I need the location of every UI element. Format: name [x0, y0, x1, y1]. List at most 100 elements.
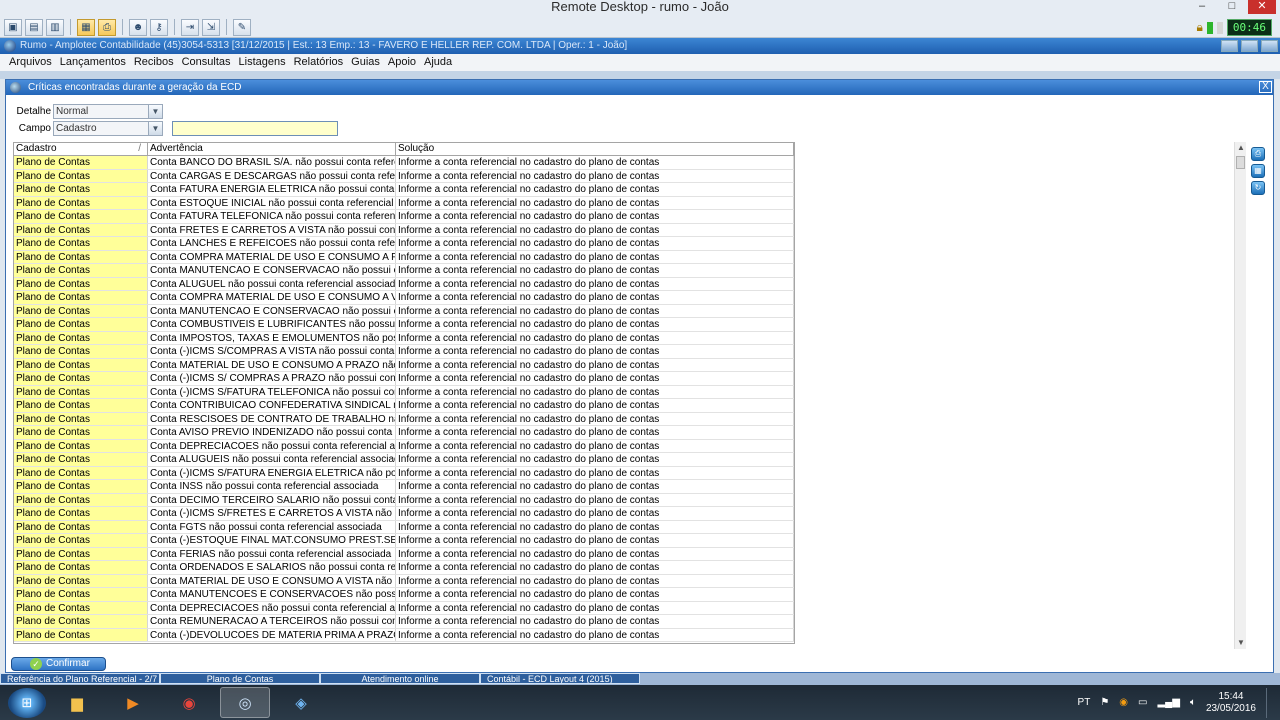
- cadastro-cell[interactable]: Plano de Contas: [14, 439, 148, 452]
- advertencia-cell[interactable]: Conta DECIMO TERCEIRO SALARIO não possui…: [148, 493, 396, 506]
- rumo-app-icon[interactable]: ◎: [220, 687, 270, 718]
- table-row[interactable]: Plano de Contas Conta RESCISOES DE CONTRA…: [14, 412, 794, 426]
- table-row[interactable]: Plano de Contas Conta ALUGUEL não possui …: [14, 277, 794, 291]
- close-icon[interactable]: X: [1259, 81, 1272, 93]
- solucao-cell[interactable]: Informe a conta referencial no cadastro …: [396, 277, 794, 290]
- display-icon[interactable]: ▭: [1138, 697, 1147, 708]
- chrome-icon[interactable]: ◉: [164, 687, 214, 718]
- menu-consultas[interactable]: Consultas: [178, 54, 235, 71]
- cadastro-cell[interactable]: Plano de Contas: [14, 358, 148, 371]
- table-row[interactable]: Plano de Contas Conta LANCHES E REFEICOES…: [14, 237, 794, 251]
- advertencia-cell[interactable]: Conta (-)ICMS S/ COMPRAS A PRAZO não pos…: [148, 372, 396, 385]
- advertencia-cell[interactable]: Conta (-)ICMS S/COMPRAS A VISTA não poss…: [148, 345, 396, 358]
- solucao-cell[interactable]: Informe a conta referencial no cadastro …: [396, 601, 794, 614]
- cadastro-cell[interactable]: Plano de Contas: [14, 466, 148, 479]
- table-row[interactable]: Plano de Contas Conta (-)DEVOLUCOES DE MA…: [14, 628, 794, 642]
- advertencia-cell[interactable]: Conta CONTRIBUICAO CONFEDERATIVA SINDICA…: [148, 399, 396, 412]
- solucao-cell[interactable]: Informe a conta referencial no cadastro …: [396, 304, 794, 317]
- system-clock[interactable]: 15:44 23/05/2016: [1206, 691, 1256, 715]
- advertencia-cell[interactable]: Conta ALUGUEL não possui conta referenci…: [148, 277, 396, 290]
- window-tab[interactable]: Contábil - ECD Layout 4 (2015): [480, 673, 640, 684]
- cadastro-cell[interactable]: Plano de Contas: [14, 345, 148, 358]
- volume-icon[interactable]: 🔈︎: [1190, 697, 1196, 708]
- export-excel-icon[interactable]: ▦: [1251, 164, 1265, 178]
- advertencia-cell[interactable]: Conta DEPRECIACOES não possui conta refe…: [148, 439, 396, 452]
- solucao-cell[interactable]: Informe a conta referencial no cadastro …: [396, 466, 794, 479]
- cadastro-cell[interactable]: Plano de Contas: [14, 156, 148, 169]
- advertencia-cell[interactable]: Conta MANUTENCAO E CONSERVACAO não possu…: [148, 304, 396, 317]
- network-signal-icon[interactable]: ▂▄▆: [1157, 697, 1179, 708]
- cadastro-cell[interactable]: Plano de Contas: [14, 601, 148, 614]
- solucao-cell[interactable]: Informe a conta referencial no cadastro …: [396, 480, 794, 493]
- table-row[interactable]: Plano de Contas Conta MANUTENCAO E CONSER…: [14, 304, 794, 318]
- advertencia-cell[interactable]: Conta RESCISOES DE CONTRATO DE TRABALHO …: [148, 412, 396, 425]
- table-row[interactable]: Plano de Contas Conta (-)ICMS S/ COMPRAS …: [14, 372, 794, 386]
- app-minimize-button[interactable]: [1221, 40, 1238, 52]
- table-row[interactable]: Plano de Contas Conta MANUTENCAO E CONSER…: [14, 264, 794, 278]
- advertencia-cell[interactable]: Conta LANCHES E REFEICOES não possui con…: [148, 237, 396, 250]
- toolbar-btn-2-icon[interactable]: ▤: [25, 18, 43, 36]
- remote-desktop-icon[interactable]: ◈: [276, 687, 326, 718]
- advertencia-cell[interactable]: Conta FGTS não possui conta referencial …: [148, 520, 396, 533]
- toolbar-btn-3-icon[interactable]: ▥: [46, 18, 64, 36]
- cadastro-cell[interactable]: Plano de Contas: [14, 223, 148, 236]
- advertencia-cell[interactable]: Conta COMPRA MATERIAL DE USO E CONSUMO A…: [148, 250, 396, 263]
- cadastro-cell[interactable]: Plano de Contas: [14, 385, 148, 398]
- table-row[interactable]: Plano de Contas Conta REMUNERACAO A TERCE…: [14, 615, 794, 629]
- advertencia-cell[interactable]: Conta CARGAS E DESCARGAS não possui cont…: [148, 169, 396, 182]
- start-button[interactable]: ⊞: [8, 687, 46, 718]
- cadastro-cell[interactable]: Plano de Contas: [14, 372, 148, 385]
- advertencia-cell[interactable]: Conta ALUGUEIS não possui conta referenc…: [148, 453, 396, 466]
- cadastro-cell[interactable]: Plano de Contas: [14, 547, 148, 560]
- flag-icon[interactable]: ⚑: [1100, 697, 1109, 708]
- solucao-cell[interactable]: Informe a conta referencial no cadastro …: [396, 210, 794, 223]
- cadastro-cell[interactable]: Plano de Contas: [14, 412, 148, 425]
- solucao-cell[interactable]: Informe a conta referencial no cadastro …: [396, 385, 794, 398]
- column-header-cadastro[interactable]: Cadastro /: [14, 143, 148, 155]
- solucao-cell[interactable]: Informe a conta referencial no cadastro …: [396, 196, 794, 209]
- language-indicator[interactable]: PT: [1078, 697, 1091, 708]
- rd-maximize-button[interactable]: □: [1218, 0, 1246, 14]
- menu-recibos[interactable]: Recibos: [130, 54, 178, 71]
- advertencia-cell[interactable]: Conta DEPRECIACOES não possui conta refe…: [148, 601, 396, 614]
- cadastro-cell[interactable]: Plano de Contas: [14, 453, 148, 466]
- cadastro-cell[interactable]: Plano de Contas: [14, 615, 148, 628]
- advertencia-cell[interactable]: Conta (-)ICMS S/FATURA TELEFONICA não po…: [148, 385, 396, 398]
- chevron-down-icon[interactable]: ▼: [148, 122, 162, 135]
- table-row[interactable]: Plano de Contas Conta ESTOQUE INICIAL não…: [14, 196, 794, 210]
- app-maximize-button[interactable]: [1241, 40, 1258, 52]
- solucao-cell[interactable]: Informe a conta referencial no cadastro …: [396, 237, 794, 250]
- menu-guias[interactable]: Guias: [347, 54, 384, 71]
- advertencia-cell[interactable]: Conta IMPOSTOS, TAXAS E EMOLUMENTOS não …: [148, 331, 396, 344]
- menu-listagens[interactable]: Listagens: [235, 54, 290, 71]
- table-row[interactable]: Plano de Contas Conta MANUTENCOES E CONSE…: [14, 588, 794, 602]
- cadastro-cell[interactable]: Plano de Contas: [14, 426, 148, 439]
- table-row[interactable]: Plano de Contas Conta CARGAS E DESCARGAS …: [14, 169, 794, 183]
- advertencia-cell[interactable]: Conta (-)ICMS S/FRETES E CARRETOS A VIST…: [148, 507, 396, 520]
- table-row[interactable]: Plano de Contas Conta MATERIAL DE USO E C…: [14, 574, 794, 588]
- window-tab[interactable]: Atendimento online: [320, 673, 480, 684]
- scroll-up-icon[interactable]: ▲: [1235, 142, 1247, 154]
- cadastro-cell[interactable]: Plano de Contas: [14, 196, 148, 209]
- cadastro-cell[interactable]: Plano de Contas: [14, 169, 148, 182]
- solucao-cell[interactable]: Informe a conta referencial no cadastro …: [396, 493, 794, 506]
- refresh-icon[interactable]: ↻: [1251, 181, 1265, 195]
- advertencia-cell[interactable]: Conta FRETES E CARRETOS A VISTA não poss…: [148, 223, 396, 236]
- advertencia-cell[interactable]: Conta MATERIAL DE USO E CONSUMO A PRAZO …: [148, 358, 396, 371]
- table-row[interactable]: Plano de Contas Conta IMPOSTOS, TAXAS E E…: [14, 331, 794, 345]
- solucao-cell[interactable]: Informe a conta referencial no cadastro …: [396, 588, 794, 601]
- advertencia-cell[interactable]: Conta AVISO PREVIO INDENIZADO não possui…: [148, 426, 396, 439]
- solucao-cell[interactable]: Informe a conta referencial no cadastro …: [396, 574, 794, 587]
- cadastro-cell[interactable]: Plano de Contas: [14, 507, 148, 520]
- app-close-button[interactable]: [1261, 40, 1278, 52]
- table-row[interactable]: Plano de Contas Conta COMPRA MATERIAL DE …: [14, 250, 794, 264]
- print-icon[interactable]: ⎙: [1251, 147, 1265, 161]
- solucao-cell[interactable]: Informe a conta referencial no cadastro …: [396, 561, 794, 574]
- cadastro-cell[interactable]: Plano de Contas: [14, 304, 148, 317]
- column-header-advertencia[interactable]: Advertência: [148, 143, 396, 155]
- solucao-cell[interactable]: Informe a conta referencial no cadastro …: [396, 250, 794, 263]
- advertencia-cell[interactable]: Conta INSS não possui conta referencial …: [148, 480, 396, 493]
- table-row[interactable]: Plano de Contas Conta AVISO PREVIO INDENI…: [14, 426, 794, 440]
- table-row[interactable]: Plano de Contas Conta FATURA TELEFONICA n…: [14, 210, 794, 224]
- solucao-cell[interactable]: Informe a conta referencial no cadastro …: [396, 223, 794, 236]
